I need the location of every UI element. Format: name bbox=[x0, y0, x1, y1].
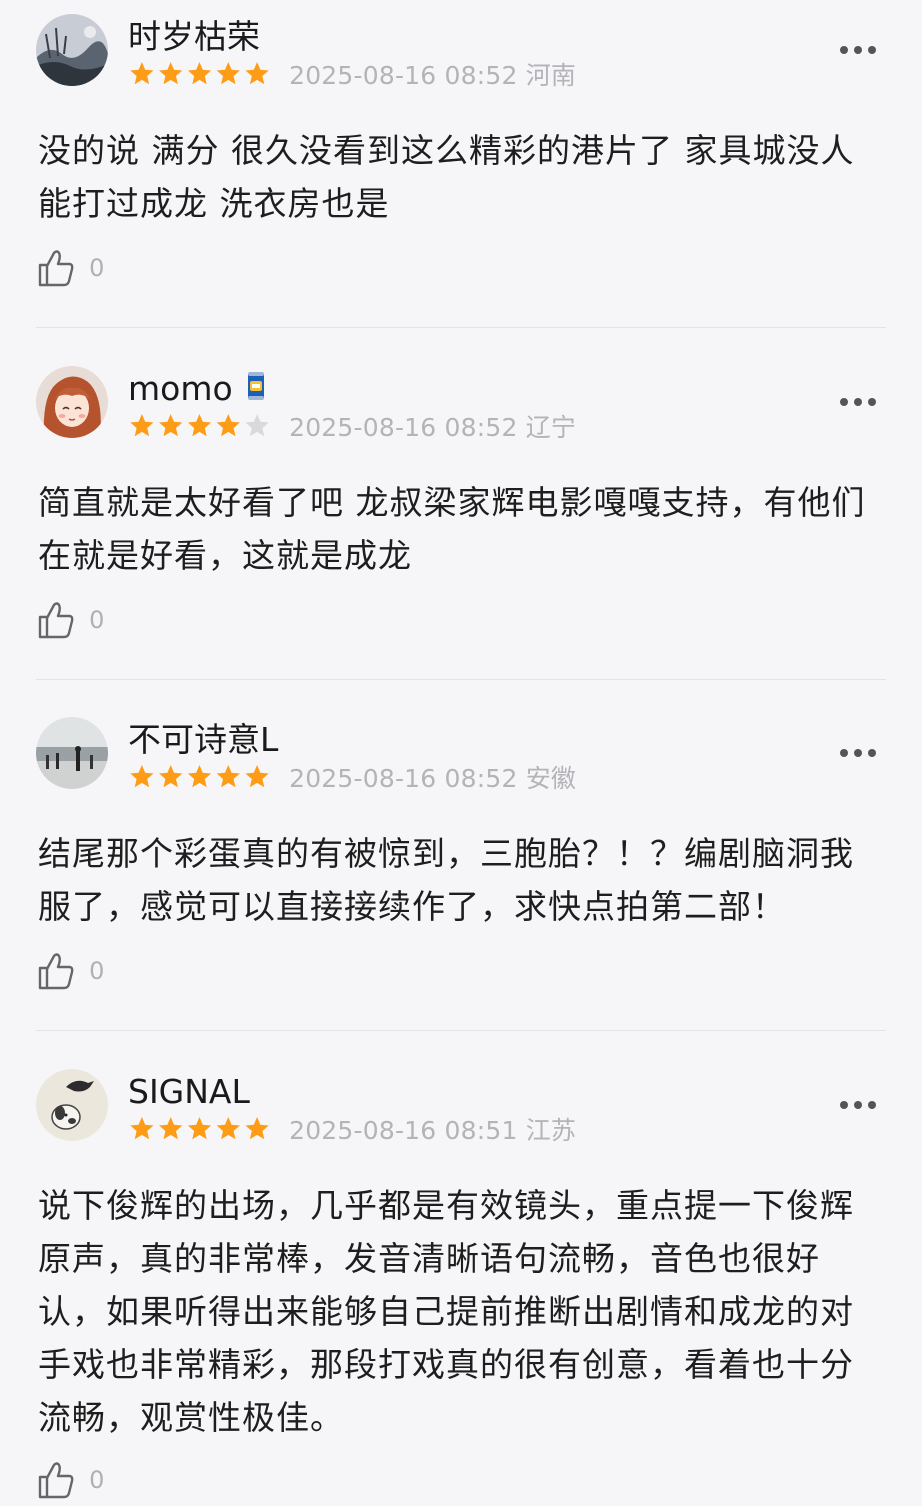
ink-landscape-avatar bbox=[36, 14, 108, 86]
divider bbox=[36, 1030, 886, 1031]
star-icon bbox=[187, 414, 212, 437]
beach-photo-avatar bbox=[36, 717, 108, 789]
timestamp-location: 2025-08-16 08:52 安徽 bbox=[289, 764, 577, 793]
star-rating bbox=[128, 1115, 272, 1143]
star-icon bbox=[159, 414, 183, 437]
username[interactable]: 时岁枯荣 bbox=[128, 14, 260, 60]
thumbs-up-icon[interactable] bbox=[36, 248, 76, 288]
meta-row: 2025-08-16 08:52 安徽 bbox=[128, 759, 576, 793]
star-rating bbox=[128, 60, 272, 88]
star-icon bbox=[130, 62, 154, 85]
like-button[interactable]: 0 bbox=[36, 248, 104, 292]
more-dots-icon[interactable] bbox=[838, 1095, 878, 1115]
review-text: 没的说 满分 很久没看到这么精彩的港片了 家具城没人能打过成龙 洗衣房也是 bbox=[38, 131, 855, 223]
like-button[interactable]: 0 bbox=[36, 951, 104, 995]
username-text[interactable]: SIGNAL bbox=[128, 1072, 250, 1111]
star-icon bbox=[245, 765, 269, 788]
like-button[interactable]: 0 bbox=[36, 1460, 104, 1504]
thumbs-up-icon[interactable] bbox=[36, 600, 76, 640]
bird-dog-sketch-avatar bbox=[36, 1069, 108, 1141]
star-icon bbox=[130, 765, 154, 788]
thumbs-up-icon[interactable] bbox=[36, 953, 76, 990]
like-count: 0 bbox=[89, 254, 105, 282]
thumbs-up-icon[interactable] bbox=[36, 250, 76, 287]
username[interactable]: 不可诗意L bbox=[128, 717, 278, 763]
thumbs-up-icon[interactable] bbox=[36, 1462, 76, 1499]
avatar[interactable] bbox=[36, 14, 108, 86]
star-icon bbox=[216, 765, 240, 788]
review-item: 时岁枯荣 2025-08-16 08:52 河南 没的说 满分 很久没看到这么精… bbox=[0, 0, 922, 328]
star-icon bbox=[187, 62, 212, 85]
username-text[interactable]: 时岁枯荣 bbox=[128, 17, 260, 56]
like-count: 0 bbox=[89, 957, 105, 985]
review-feed: 时岁枯荣 2025-08-16 08:52 河南 没的说 满分 很久没看到这么精… bbox=[0, 0, 922, 1506]
timestamp-location: 2025-08-16 08:52 河南 bbox=[289, 61, 577, 90]
star-icon bbox=[216, 414, 240, 437]
star-icon bbox=[187, 1117, 212, 1140]
star-rating bbox=[128, 412, 272, 440]
review-text: 说下俊辉的出场，几乎都是有效镜头，重点提一下俊辉原声，真的非常棒，发音清晰语句流… bbox=[38, 1186, 854, 1437]
review-item: momo 2025-08-16 08:52 辽宁 简直就是太好看了吧 龙叔梁家辉… bbox=[0, 352, 922, 680]
divider bbox=[36, 679, 886, 680]
thumbs-up-icon[interactable] bbox=[36, 602, 76, 639]
star-icon bbox=[216, 62, 240, 85]
meta-row: 2025-08-16 08:52 辽宁 bbox=[128, 408, 576, 442]
star-icon bbox=[187, 765, 212, 788]
anime-girl-avatar bbox=[36, 366, 108, 438]
star-icon bbox=[130, 1117, 154, 1140]
review-text: 简直就是太好看了吧 龙叔梁家辉电影嘎嘎支持，有他们在就是好看，这就是成龙 bbox=[38, 483, 866, 575]
star-icon bbox=[159, 62, 183, 85]
meta-row: 2025-08-16 08:52 河南 bbox=[128, 56, 576, 90]
review-text: 结尾那个彩蛋真的有被惊到，三胞胎？！？编剧脑洞我服了，感觉可以直接接续作了，求快… bbox=[38, 834, 854, 926]
username[interactable]: SIGNAL bbox=[128, 1069, 250, 1115]
review-item: SIGNAL 2025-08-16 08:51 江苏 说下俊辉的出场，几乎都是有… bbox=[0, 1055, 922, 1506]
star-icon bbox=[245, 62, 269, 85]
username[interactable]: momo bbox=[128, 366, 265, 414]
star-rating bbox=[128, 763, 272, 791]
like-count: 0 bbox=[89, 1466, 105, 1494]
meta-row: 2025-08-16 08:51 江苏 bbox=[128, 1111, 576, 1145]
star-icon bbox=[216, 1117, 240, 1140]
thumbs-up-icon[interactable] bbox=[36, 1460, 76, 1500]
review-item: 不可诗意L 2025-08-16 08:52 安徽 结尾那个彩蛋真的有被惊到，三… bbox=[0, 703, 922, 1031]
more-dots-icon[interactable] bbox=[838, 743, 878, 763]
avatar[interactable] bbox=[36, 1069, 108, 1141]
avatar[interactable] bbox=[36, 717, 108, 789]
star-icon bbox=[245, 1117, 269, 1140]
avatar[interactable] bbox=[36, 366, 108, 438]
like-button[interactable]: 0 bbox=[36, 600, 104, 644]
username-text[interactable]: momo bbox=[128, 369, 233, 408]
timestamp-location: 2025-08-16 08:52 辽宁 bbox=[289, 413, 577, 442]
more-dots-icon[interactable] bbox=[838, 40, 878, 60]
star-icon bbox=[159, 765, 183, 788]
star-icon bbox=[245, 414, 269, 437]
star-icon bbox=[159, 1117, 183, 1140]
more-dots-icon[interactable] bbox=[838, 392, 878, 412]
timestamp-location: 2025-08-16 08:51 江苏 bbox=[289, 1116, 577, 1145]
thumbs-up-icon[interactable] bbox=[36, 951, 76, 991]
divider bbox=[36, 327, 886, 328]
username-text[interactable]: 不可诗意L bbox=[128, 720, 278, 759]
like-count: 0 bbox=[89, 606, 105, 634]
star-icon bbox=[130, 414, 154, 437]
